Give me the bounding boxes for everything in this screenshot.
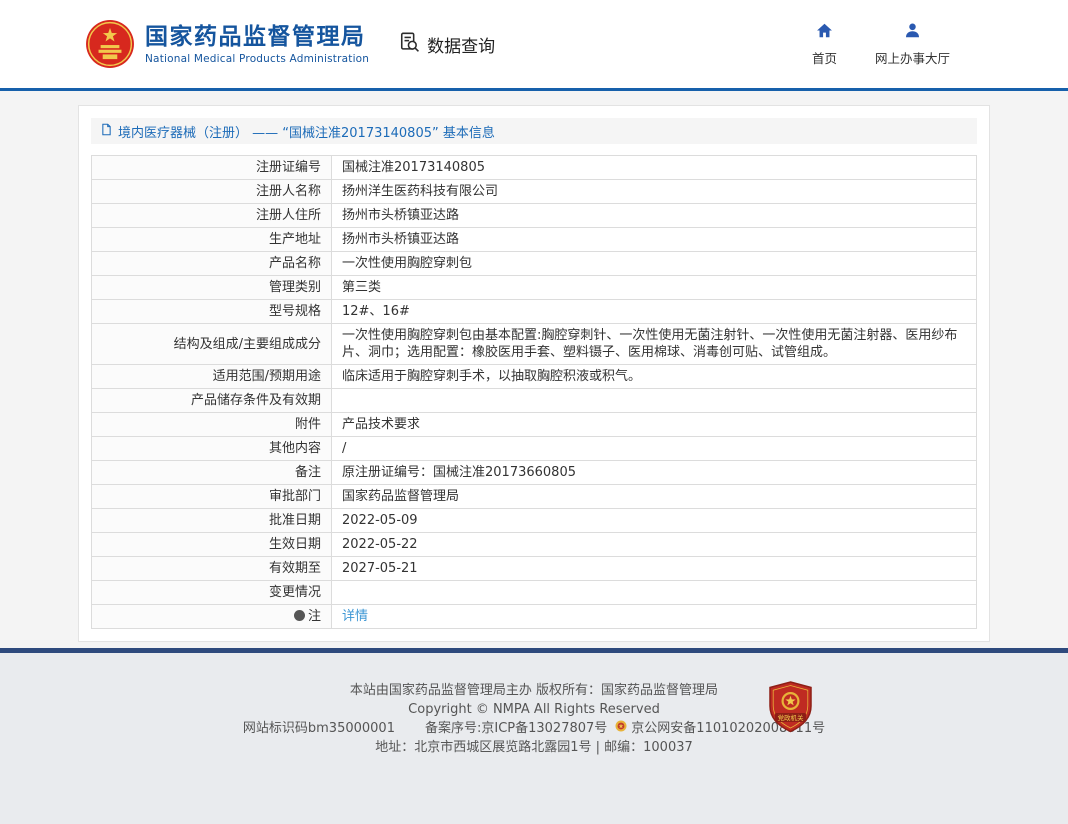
table-row: 生产地址扬州市头桥镇亚达路 [92,228,977,252]
table-row: 结构及组成/主要组成成分一次性使用胸腔穿刺包由基本配置:胸腔穿刺针、一次性使用无… [92,324,977,365]
data-query-label: 数据查询 [427,32,495,57]
row-value: 扬州洋生医药科技有限公司 [332,180,977,204]
person-icon [904,22,921,43]
table-row: 生效日期2022-05-22 [92,533,977,557]
table-row: 型号规格12#、16# [92,300,977,324]
row-label: 型号规格 [92,300,332,324]
row-value: 扬州市头桥镇亚达路 [332,228,977,252]
nmpa-emblem-logo [85,19,135,69]
row-value [332,581,977,605]
row-value: 国家药品监督管理局 [332,485,977,509]
row-value: 2022-05-22 [332,533,977,557]
row-label: 管理类别 [92,276,332,300]
row-value: / [332,437,977,461]
row-label: 产品储存条件及有效期 [92,389,332,413]
table-row: 产品名称一次性使用胸腔穿刺包 [92,252,977,276]
org-name-cn: 国家药品监督管理局 [145,24,369,50]
row-label: 变更情况 [92,581,332,605]
breadcrumb: 境内医疗器械（注册） —— “国械注准20173140805” 基本信息 [91,118,977,144]
row-value [332,389,977,413]
row-label: 注册人住所 [92,204,332,228]
detail-card: 境内医疗器械（注册） —— “国械注准20173140805” 基本信息 注册证… [78,105,990,642]
main-area: 境内医疗器械（注册） —— “国械注准20173140805” 基本信息 注册证… [0,91,1068,648]
row-label: 适用范围/预期用途 [92,365,332,389]
site-header: 国家药品监督管理局 National Medical Products Admi… [0,0,1068,88]
row-value: 扬州市头桥镇亚达路 [332,204,977,228]
row-value: 原注册证编号：国械注准20173660805 [332,461,977,485]
note-row-label: 注 [92,605,332,629]
row-label: 注册人名称 [92,180,332,204]
table-row: 备注原注册证编号：国械注准20173660805 [92,461,977,485]
table-row: 注册证编号国械注准20173140805 [92,156,977,180]
row-value: 第三类 [332,276,977,300]
row-value: 2027-05-21 [332,557,977,581]
footer-address-line: 地址：北京市西城区展览路北露园1号 | 邮编：100037 [0,738,1068,757]
row-label: 备注 [92,461,332,485]
row-value: 一次性使用胸腔穿刺包由基本配置:胸腔穿刺针、一次性使用无菌注射针、一次性使用无菌… [332,324,977,365]
nav-home[interactable]: 首页 [812,22,837,67]
row-label: 其他内容 [92,437,332,461]
home-icon [816,22,833,43]
nav-data-query[interactable]: 数据查询 [399,31,495,57]
note-icon [294,610,305,621]
row-label: 生效日期 [92,533,332,557]
row-label: 批准日期 [92,509,332,533]
data-query-icon [399,31,421,57]
table-row: 审批部门国家药品监督管理局 [92,485,977,509]
row-value: 国械注准20173140805 [332,156,977,180]
row-label: 附件 [92,413,332,437]
detail-table: 注册证编号国械注准20173140805 注册人名称扬州洋生医药科技有限公司 注… [91,155,977,629]
row-label: 产品名称 [92,252,332,276]
table-row: 适用范围/预期用途临床适用于胸腔穿刺手术，以抽取胸腔积液或积气。 [92,365,977,389]
footer-host-line: 本站由国家药品监督管理局主办 版权所有：国家药品监督管理局 [0,681,1068,700]
row-label: 结构及组成/主要组成成分 [92,324,332,365]
org-name-en: National Medical Products Administration [145,53,369,65]
table-row: 有效期至2027-05-21 [92,557,977,581]
table-row: 管理类别第三类 [92,276,977,300]
government-agency-badge[interactable]: 党政机关 [768,681,813,733]
document-icon [100,123,113,140]
row-label: 注册证编号 [92,156,332,180]
row-label: 生产地址 [92,228,332,252]
table-row: 附件产品技术要求 [92,413,977,437]
table-row-note: 注 详情 [92,605,977,629]
svg-text:党政机关: 党政机关 [778,713,805,722]
police-badge-icon [615,719,627,738]
site-code: 网站标识码bm35000001 [243,719,395,738]
row-label: 审批部门 [92,485,332,509]
nav-service-hall[interactable]: 网上办事大厅 [875,22,950,67]
breadcrumb-title: 境内医疗器械（注册） —— “国械注准20173140805” 基本信息 [118,122,495,141]
table-row: 注册人住所扬州市头桥镇亚达路 [92,204,977,228]
table-row: 批准日期2022-05-09 [92,509,977,533]
table-row: 产品储存条件及有效期 [92,389,977,413]
top-nav: 首页 网上办事大厅 [812,22,950,67]
detail-link[interactable]: 详情 [342,609,368,624]
row-value: 一次性使用胸腔穿刺包 [332,252,977,276]
footer-copyright-line: Copyright © NMPA All Rights Reserved [0,700,1068,719]
row-value: 2022-05-09 [332,509,977,533]
org-names: 国家药品监督管理局 National Medical Products Admi… [145,24,369,65]
row-value: 产品技术要求 [332,413,977,437]
footer-beian-line: 网站标识码bm35000001 备案序号:京ICP备13027807号 京公网安… [0,719,1068,738]
table-row: 注册人名称扬州洋生医药科技有限公司 [92,180,977,204]
row-value: 12#、16# [332,300,977,324]
nav-home-label: 首页 [812,48,837,67]
note-row-value: 详情 [332,605,977,629]
row-label: 有效期至 [92,557,332,581]
nav-service-hall-label: 网上办事大厅 [875,48,950,67]
row-value: 临床适用于胸腔穿刺手术，以抽取胸腔积液或积气。 [332,365,977,389]
icp-number: 备案序号:京ICP备13027807号 [425,719,607,738]
table-row: 其他内容/ [92,437,977,461]
table-row: 变更情况 [92,581,977,605]
site-footer: 本站由国家药品监督管理局主办 版权所有：国家药品监督管理局 Copyright … [0,648,1068,824]
